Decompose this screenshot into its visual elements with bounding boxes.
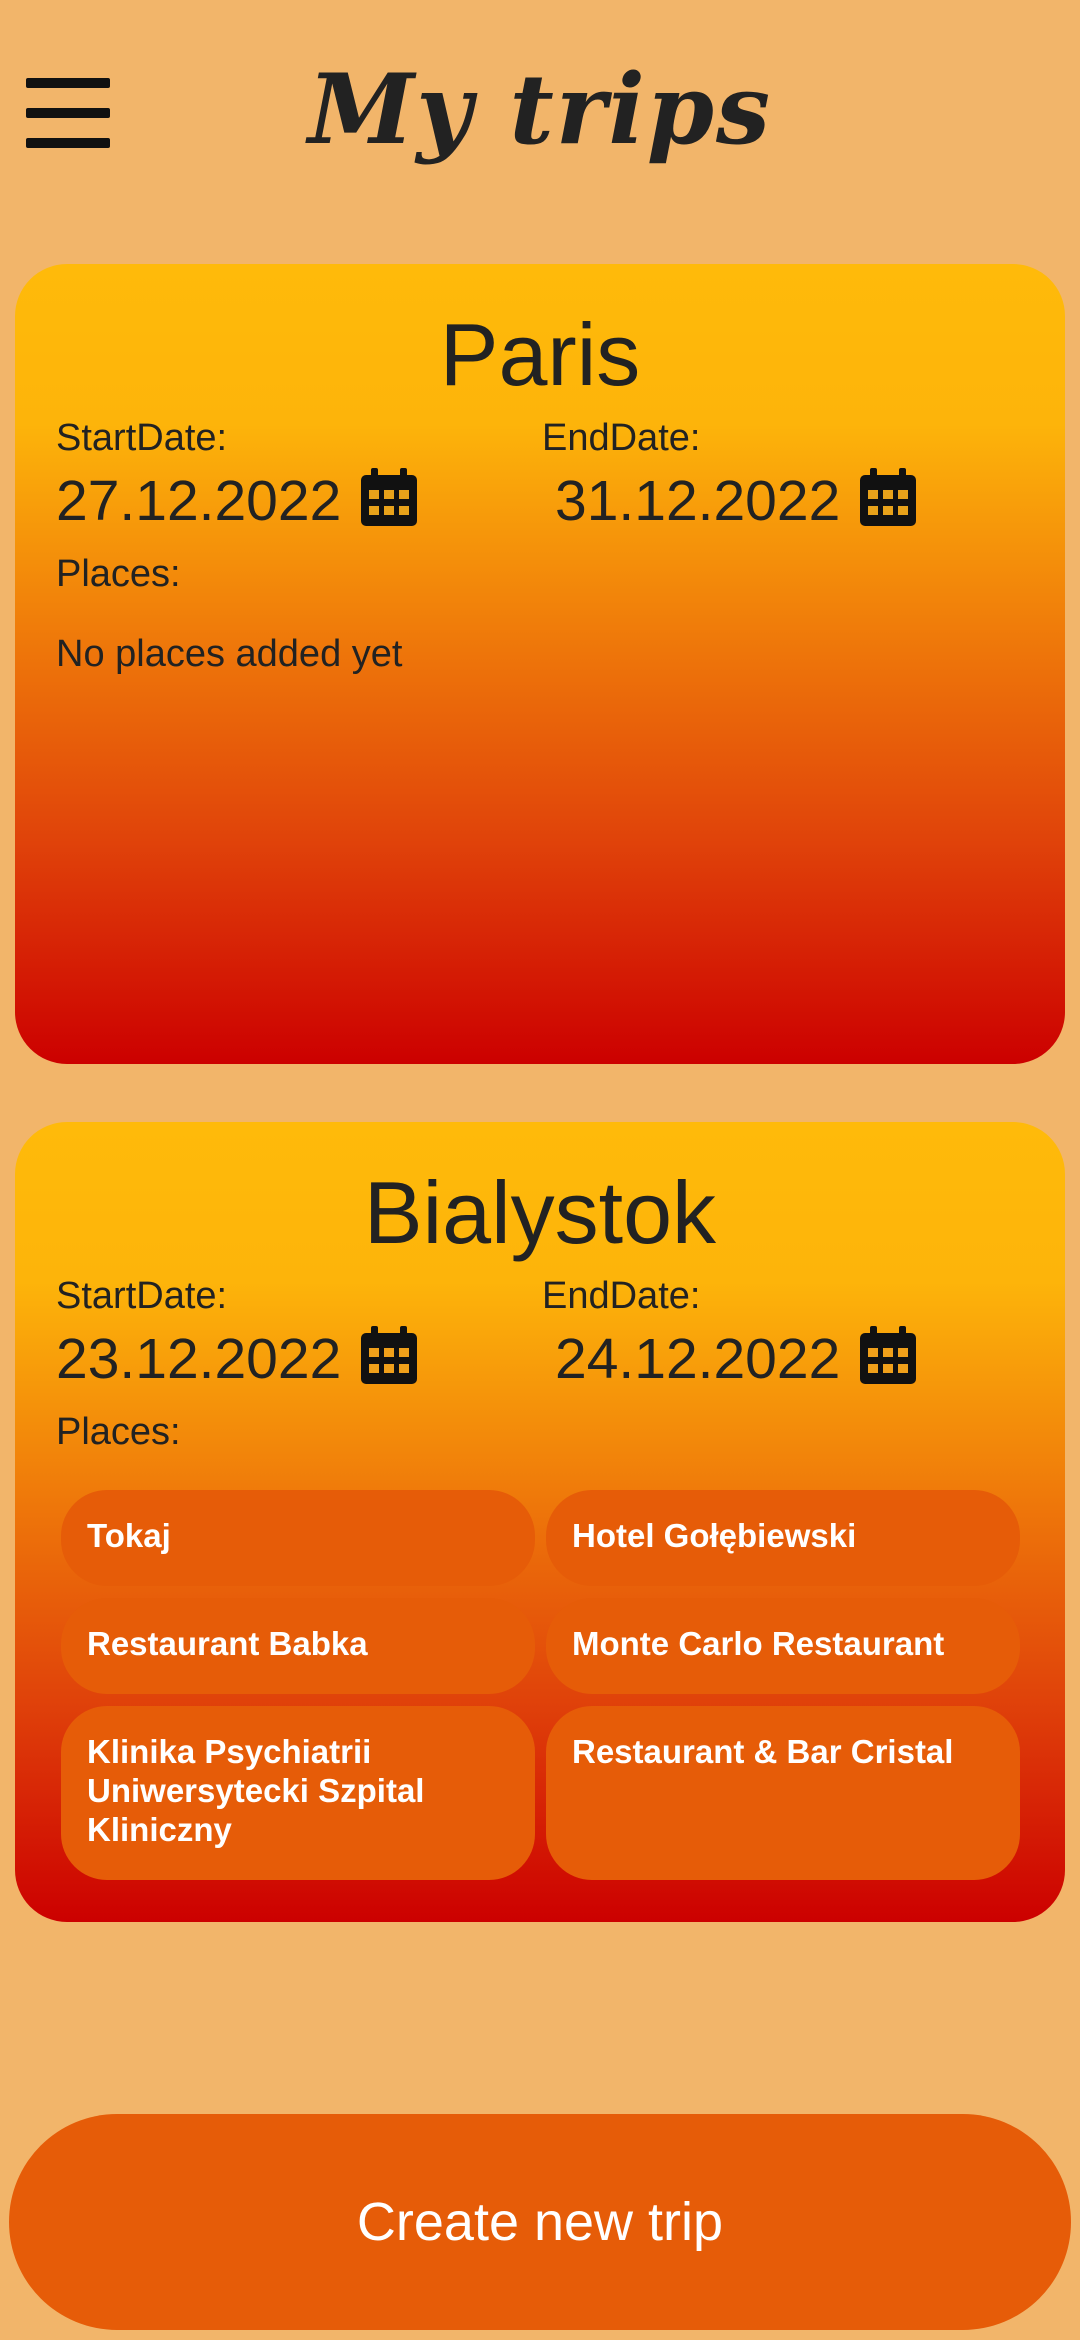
calendar-icon[interactable] xyxy=(361,468,417,526)
start-date-value[interactable]: 23.12.2022 xyxy=(56,1326,341,1392)
place-chip[interactable]: Monte Carlo Restaurant xyxy=(546,1598,1020,1694)
end-date-label: EndDate: xyxy=(542,417,701,459)
start-date-label: StartDate: xyxy=(56,417,228,459)
place-chip[interactable]: Hotel Gołębiewski xyxy=(546,1490,1020,1586)
no-places-text: No places added yet xyxy=(56,633,403,675)
page-title: My trips xyxy=(307,53,773,166)
start-date-value[interactable]: 27.12.2022 xyxy=(56,468,341,534)
places-label: Places: xyxy=(56,553,181,595)
trip-card-paris[interactable]: Paris StartDate: 27.12.2022 EndDate: 31.… xyxy=(15,264,1065,1064)
calendar-icon[interactable] xyxy=(860,468,916,526)
place-chip[interactable]: Restaurant Babka xyxy=(61,1598,535,1694)
trip-card-bialystok[interactable]: Bialystok StartDate: 23.12.2022 EndDate:… xyxy=(15,1122,1065,1922)
trip-title: Bialystok xyxy=(363,1163,717,1262)
start-date-label: StartDate: xyxy=(56,1275,228,1317)
create-new-trip-button[interactable]: Create new trip xyxy=(9,2114,1071,2330)
place-chip[interactable]: Klinika Psychiatrii Uniwersytecki Szpita… xyxy=(61,1706,535,1880)
end-date-label: EndDate: xyxy=(542,1275,701,1317)
places-label: Places: xyxy=(56,1411,181,1453)
place-chip[interactable]: Restaurant & Bar Cristal xyxy=(546,1706,1020,1880)
calendar-icon[interactable] xyxy=(860,1326,916,1384)
end-date-value[interactable]: 31.12.2022 xyxy=(555,468,840,534)
trip-title: Paris xyxy=(439,305,641,404)
place-chip[interactable]: Tokaj xyxy=(61,1490,535,1586)
end-date-value[interactable]: 24.12.2022 xyxy=(555,1326,840,1392)
calendar-icon[interactable] xyxy=(361,1326,417,1384)
